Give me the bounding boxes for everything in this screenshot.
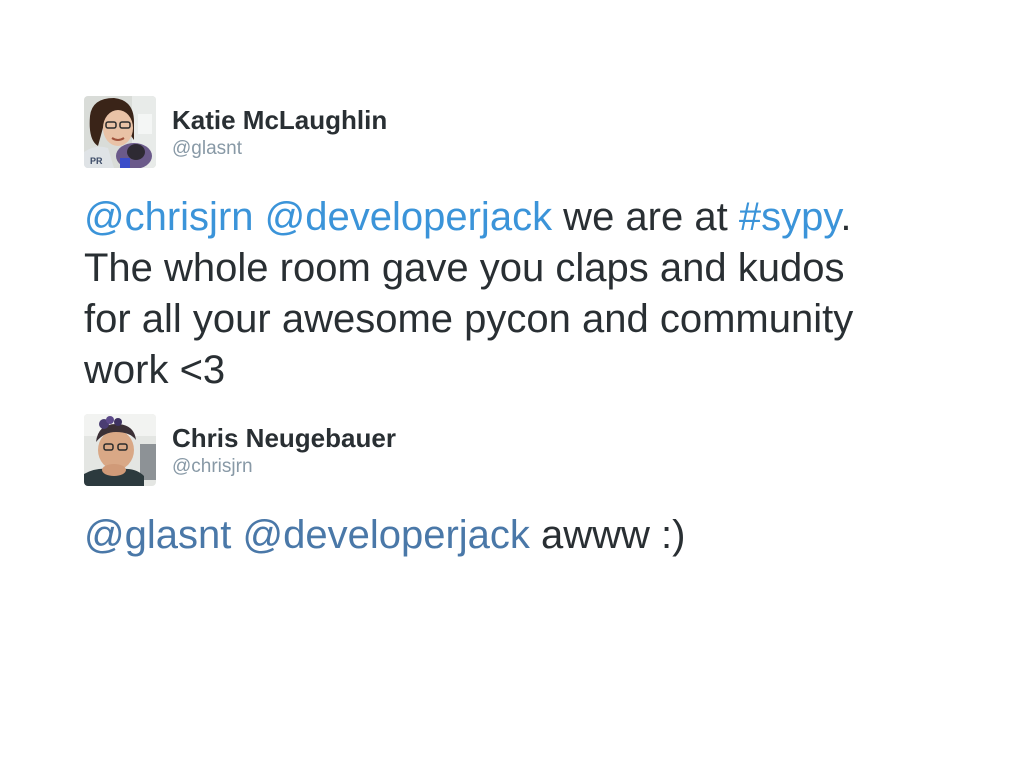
- author-handle[interactable]: @chrisjrn: [172, 455, 396, 479]
- text-segment: .: [840, 195, 852, 239]
- avatar-chris[interactable]: [84, 414, 156, 486]
- tweet-text-line: @chrisjrn @developerjack we are at #sypy…: [84, 192, 944, 243]
- text-segment: we are at: [552, 195, 739, 239]
- avatar-chris-image: [84, 414, 156, 486]
- mention-chrisjrn[interactable]: @chrisjrn: [84, 195, 254, 239]
- mention-developerjack[interactable]: @developerjack: [242, 513, 529, 557]
- avatar-katie-image: PR: [84, 96, 156, 168]
- tweet-chris: Chris Neugebauer @chrisjrn @glasnt @deve…: [84, 414, 944, 561]
- text-segment: awww :): [529, 513, 686, 557]
- tweet-header: Chris Neugebauer @chrisjrn: [84, 414, 944, 486]
- tweet-text-line: for all your awesome pycon and community: [84, 297, 854, 341]
- avatar-katie[interactable]: PR: [84, 96, 156, 168]
- svg-text:PR: PR: [90, 156, 103, 166]
- tweet-author: Katie McLaughlin @glasnt: [172, 105, 387, 161]
- mention-glasnt[interactable]: @glasnt: [84, 513, 231, 557]
- author-handle[interactable]: @glasnt: [172, 137, 387, 161]
- text-space: [254, 195, 265, 239]
- tweet-text-line: The whole room gave you claps and kudos: [84, 246, 845, 290]
- tweet-text-line: @glasnt @developerjack awww :): [84, 510, 944, 561]
- author-name[interactable]: Chris Neugebauer: [172, 423, 396, 453]
- hashtag-sypy[interactable]: #sypy: [739, 195, 841, 239]
- mention-developerjack[interactable]: @developerjack: [265, 195, 552, 239]
- tweet-text: @chrisjrn @developerjack we are at #sypy…: [84, 192, 944, 396]
- tweet-header: PR Katie McLaughlin @glasnt: [84, 96, 944, 168]
- text-space: [231, 513, 242, 557]
- author-name[interactable]: Katie McLaughlin: [172, 105, 387, 135]
- tweet-katie: PR Katie McLaughlin @glasnt @chrisjrn @d…: [84, 96, 944, 396]
- tweet-text: @glasnt @developerjack awww :): [84, 510, 944, 561]
- tweet-text-line: work <3: [84, 348, 226, 392]
- tweet-author: Chris Neugebauer @chrisjrn: [172, 423, 396, 479]
